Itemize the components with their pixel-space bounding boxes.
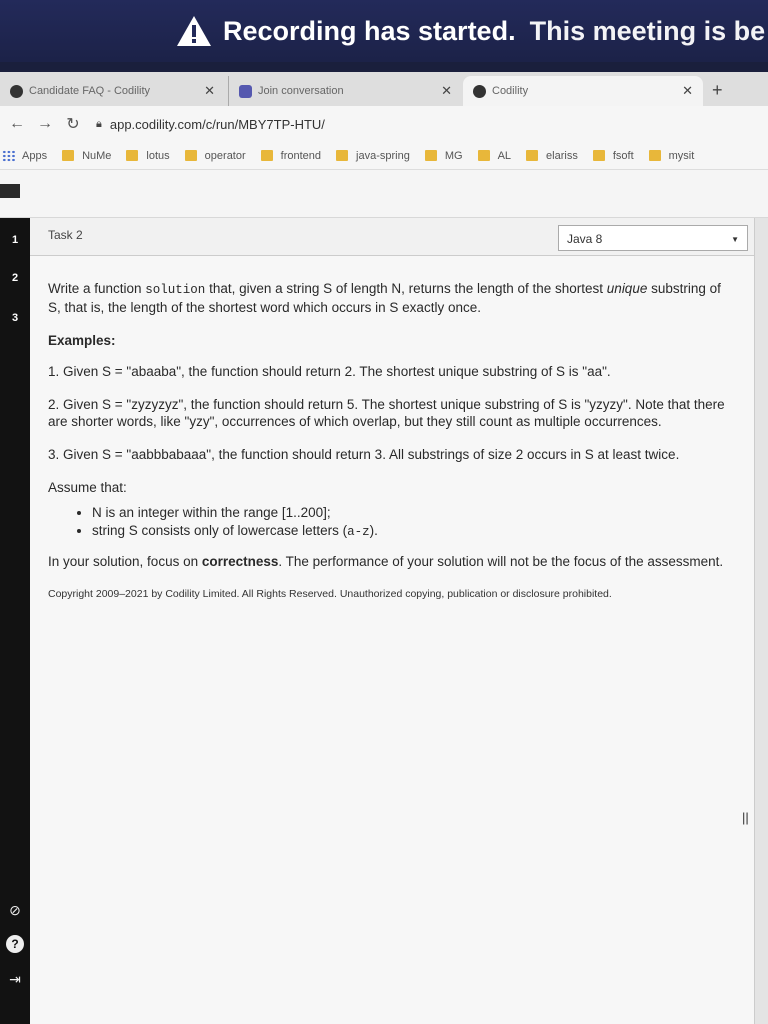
- copyright-notice: Copyright 2009–2021 by Codility Limited.…: [48, 588, 612, 600]
- assumption-item: string S consists only of lowercase lett…: [92, 522, 736, 541]
- back-icon[interactable]: ←: [6, 115, 28, 133]
- warning-icon: [177, 16, 211, 46]
- bookmark-label: operator: [204, 149, 246, 162]
- example-2: 2. Given S = "zyzyzyz", the function sho…: [48, 397, 725, 429]
- folder-icon: [126, 150, 139, 161]
- help-icon[interactable]: ?: [6, 935, 24, 953]
- chevron-down-icon: ▼: [731, 235, 739, 244]
- focus-text: In your solution, focus on: [48, 554, 202, 569]
- logout-icon[interactable]: ⇥: [6, 970, 24, 988]
- task-description: Write a function solution that, given a …: [30, 256, 754, 1024]
- examples-heading: Examples:: [48, 333, 116, 348]
- codility-icon: [10, 84, 23, 98]
- folder-icon: [184, 150, 197, 161]
- bookmark-folder[interactable]: mysit: [648, 149, 695, 162]
- language-select[interactable]: Java 8 ▼: [558, 225, 748, 251]
- task-title: Task 2: [48, 228, 83, 242]
- bookmark-folder[interactable]: fsoft: [592, 149, 634, 162]
- bookmark-label: frontend: [280, 149, 322, 162]
- task-link-2[interactable]: 2: [0, 266, 30, 284]
- task-sidebar: 1 2 3 ⊘ ? ⇥: [0, 218, 30, 1024]
- language-value: Java 8: [567, 232, 603, 246]
- bookmark-folder[interactable]: java-spring: [336, 150, 410, 162]
- bookmark-folder[interactable]: lotus: [126, 149, 170, 162]
- bookmark-folder[interactable]: operator: [184, 149, 246, 162]
- intro-text: that, given a string S of length N, retu…: [205, 281, 607, 296]
- tab-label: Join conversation: [258, 85, 344, 97]
- close-icon[interactable]: ✕: [441, 83, 452, 99]
- lock-icon[interactable]: 🔒︎: [96, 118, 102, 131]
- task-toolbar: Task 2 Java 8 ▼: [30, 218, 754, 256]
- banner-message: This meeting is be: [529, 15, 766, 46]
- bookmark-folder[interactable]: elariss: [526, 150, 578, 162]
- tab-label: Codility: [492, 85, 529, 97]
- example-1: 1. Given S = "abaaba", the function shou…: [48, 364, 611, 379]
- tab-join-conversation[interactable]: Join conversation ✕: [228, 76, 462, 106]
- folder-icon: [648, 150, 661, 161]
- apps-grid-icon: [2, 149, 16, 162]
- function-name: solution: [145, 283, 206, 297]
- example-3: 3. Given S = "aabbbabaaa", the function …: [48, 447, 680, 462]
- folder-icon: [424, 150, 437, 161]
- reload-icon[interactable]: ↻: [62, 114, 84, 134]
- bookmark-folder[interactable]: AL: [477, 149, 512, 162]
- focus-text: . The performance of your solution will …: [278, 554, 724, 569]
- assumption-text: ).: [369, 523, 378, 538]
- task-link-1[interactable]: 1: [0, 228, 30, 246]
- bookmark-label: lotus: [146, 149, 170, 162]
- url-field[interactable]: app.codility.com/c/run/MBY7TP-HTU/: [110, 117, 325, 132]
- bookmark-folder[interactable]: frontend: [260, 149, 322, 162]
- codility-icon: [473, 84, 486, 98]
- bookmark-folder[interactable]: MG: [424, 149, 463, 162]
- forward-icon[interactable]: →: [34, 115, 56, 133]
- bookmarks-bar: Apps NuMe lotus operator frontend java-s…: [0, 142, 768, 170]
- assume-heading: Assume that:: [48, 480, 127, 495]
- focus-note: In your solution, focus on correctness. …: [48, 553, 736, 570]
- intro-emphasis: unique: [606, 281, 648, 296]
- bookmark-folder[interactable]: NuMe: [62, 150, 111, 162]
- folder-icon: [336, 150, 349, 161]
- bookmark-label: mysit: [668, 149, 695, 162]
- folder-icon: [62, 150, 75, 161]
- close-icon[interactable]: ✕: [204, 83, 215, 99]
- bookmark-label: fsoft: [612, 149, 634, 162]
- tab-candidate-faq[interactable]: Candidate FAQ - Codility ✕: [0, 76, 225, 106]
- assumption-text: string S consists only of lowercase lett…: [92, 523, 348, 538]
- bookmark-apps[interactable]: Apps: [0, 149, 48, 162]
- resize-handle[interactable]: ||: [742, 810, 749, 825]
- bookmark-label: NuMe: [82, 149, 112, 162]
- assumption-code: a-z: [347, 525, 370, 539]
- codility-logo: [0, 184, 20, 198]
- editor-panel-edge: [754, 218, 768, 1024]
- assumptions-list: N is an integer within the range [1..200…: [92, 504, 736, 541]
- bookmark-label: MG: [444, 149, 463, 162]
- recording-banner: Recording has started. This meeting is b…: [0, 0, 768, 62]
- banner-title: Recording has started.: [223, 15, 516, 46]
- codility-page: 1 2 3 ⊘ ? ⇥ Task 2 Java 8 ▼ Write a func…: [0, 170, 768, 1024]
- bookmark-label: AL: [497, 149, 512, 162]
- focus-bold: correctness: [201, 554, 279, 569]
- task-link-3[interactable]: 3: [0, 306, 30, 324]
- folder-icon: [477, 150, 490, 161]
- folder-icon: [260, 150, 273, 161]
- intro-text: Write a function: [48, 281, 146, 296]
- tab-strip: Candidate FAQ - Codility ✕ Join conversa…: [0, 72, 768, 106]
- codility-header: [0, 170, 768, 218]
- teams-icon: [239, 84, 252, 98]
- bookmark-label: Apps: [22, 149, 48, 162]
- close-icon[interactable]: ✕: [682, 83, 693, 99]
- tab-codility[interactable]: Codility ✕: [463, 76, 703, 106]
- assumption-item: N is an integer within the range [1..200…: [92, 504, 736, 521]
- new-tab-icon[interactable]: +: [712, 80, 723, 101]
- address-bar: ← → ↻ 🔒︎ app.codility.com/c/run/MBY7TP-H…: [0, 106, 768, 142]
- browser-window: Candidate FAQ - Codility ✕ Join conversa…: [0, 72, 768, 1024]
- folder-icon: [592, 150, 605, 161]
- bookmark-label: java-spring: [356, 149, 410, 162]
- bookmark-label: elariss: [546, 149, 578, 162]
- folder-icon: [526, 150, 539, 161]
- tab-label: Candidate FAQ - Codility: [29, 85, 151, 97]
- task-intro: Write a function solution that, given a …: [48, 280, 736, 316]
- hide-icon[interactable]: ⊘: [6, 901, 24, 919]
